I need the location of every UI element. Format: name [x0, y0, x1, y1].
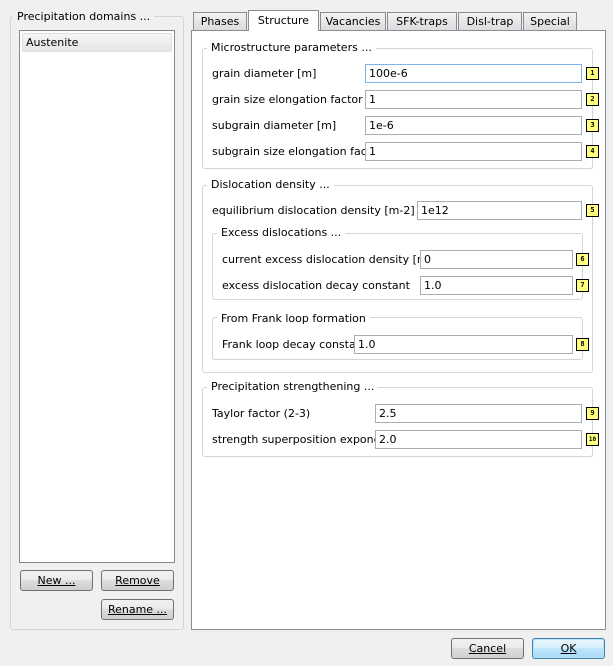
- taylor-factor-label: Taylor factor (2-3): [212, 407, 311, 420]
- excess-density-label: current excess dislocation density [m-2]: [222, 253, 443, 266]
- new-button[interactable]: New ...: [20, 570, 93, 591]
- subgrain-diameter-field[interactable]: 1e-6: [365, 116, 582, 135]
- rename-button[interactable]: Rename ...: [101, 599, 174, 620]
- badge-2: 2: [586, 93, 599, 106]
- superposition-exponent-field[interactable]: 2.0: [375, 430, 582, 449]
- frank-loop-title: From Frank loop formation: [217, 312, 370, 325]
- tab-disl-trap[interactable]: Disl-trap: [458, 12, 522, 31]
- equilibrium-density-label: equilibrium dislocation density [m-2]: [212, 204, 415, 217]
- precipitation-domains-title: Precipitation domains ...: [13, 10, 155, 23]
- grain-elongation-label: grain size elongation factor: [212, 93, 363, 106]
- excess-decay-field[interactable]: 1.0: [420, 276, 573, 295]
- badge-8: 8: [576, 338, 589, 351]
- grain-elongation-field[interactable]: 1: [365, 90, 582, 109]
- tab-special[interactable]: Special: [523, 12, 577, 31]
- subgrain-diameter-label: subgrain diameter [m]: [212, 119, 337, 132]
- badge-3: 3: [586, 119, 599, 132]
- badge-7: 7: [576, 279, 589, 292]
- structure-tab-panel: Microstructure parameters ... grain diam…: [191, 30, 606, 630]
- ok-button[interactable]: OK: [532, 638, 605, 659]
- dislocation-title: Dislocation density ...: [207, 178, 334, 191]
- equilibrium-density-field[interactable]: 1e12: [417, 201, 582, 220]
- cancel-button[interactable]: Cancel: [451, 638, 524, 659]
- domain-list[interactable]: Austenite: [19, 30, 175, 563]
- badge-1: 1: [586, 67, 599, 80]
- tab-phases[interactable]: Phases: [193, 12, 247, 31]
- badge-6: 6: [576, 253, 589, 266]
- subgrain-elongation-label: subgrain size elongation factor: [212, 145, 383, 158]
- remove-button[interactable]: Remove: [101, 570, 174, 591]
- grain-diameter-field[interactable]: 100e-6: [365, 64, 582, 83]
- excess-density-field[interactable]: 0: [420, 250, 573, 269]
- excess-decay-label: excess dislocation decay constant: [222, 279, 410, 292]
- excess-dislocations-title: Excess dislocations ...: [217, 226, 346, 239]
- list-item-austenite[interactable]: Austenite: [22, 33, 172, 52]
- frank-decay-label: Frank loop decay constant: [222, 338, 367, 351]
- microstructure-title: Microstructure parameters ...: [207, 41, 376, 54]
- subgrain-elongation-field[interactable]: 1: [365, 142, 582, 161]
- strengthening-title: Precipitation strengthening ...: [207, 380, 379, 393]
- frank-decay-field[interactable]: 1.0: [354, 335, 573, 354]
- badge-10: 10: [586, 433, 599, 446]
- tab-structure[interactable]: Structure: [248, 10, 319, 31]
- tab-sfk-traps[interactable]: SFK-traps: [387, 12, 457, 31]
- tab-vacancies[interactable]: Vacancies: [320, 12, 386, 31]
- badge-9: 9: [586, 407, 599, 420]
- grain-diameter-label: grain diameter [m]: [212, 67, 317, 80]
- taylor-factor-field[interactable]: 2.5: [375, 404, 582, 423]
- badge-4: 4: [586, 145, 599, 158]
- badge-5: 5: [586, 204, 599, 217]
- superposition-exponent-label: strength superposition exponent: [212, 433, 392, 446]
